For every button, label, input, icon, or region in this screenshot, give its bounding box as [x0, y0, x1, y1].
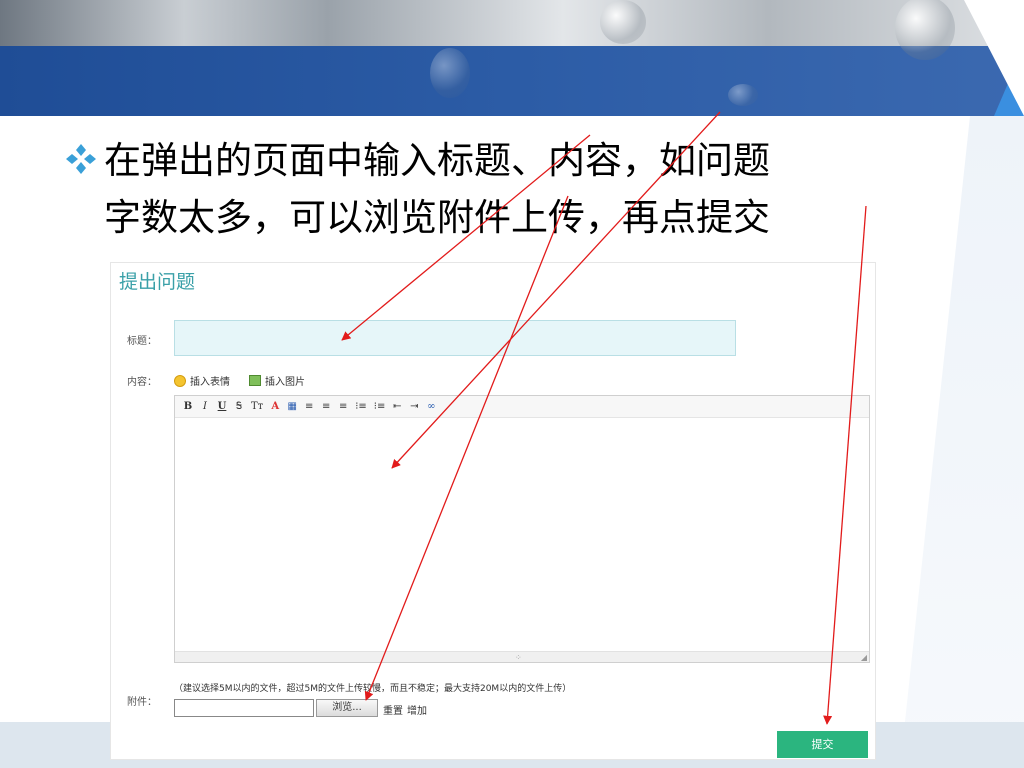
underline-button[interactable]: U — [217, 401, 227, 412]
bold-button[interactable]: B — [183, 401, 193, 412]
resize-corner-icon[interactable]: ◢ — [861, 653, 867, 662]
content-editor[interactable]: B I U Ꭶ Tт A ▦ ≡ ≡ ≡ ⁝≡ ⁝≡ ⇤ ⇥ ∞ ⁘ ◢ — [174, 395, 870, 663]
resize-grip-icon[interactable]: ⁘ — [515, 653, 522, 662]
water-drop-decoration — [728, 84, 758, 106]
bullet-line-1: 在弹出的页面中输入标题、内容，如问题 — [104, 139, 770, 182]
reset-link[interactable]: 重置 — [383, 702, 403, 717]
attachment-note: （建议选择5M以内的文件，超过5M的文件上传较慢，而且不稳定；最大支持20M以内… — [174, 684, 572, 694]
insert-emoji-label: 插入表情 — [190, 377, 230, 388]
title-label: 标题： — [127, 336, 157, 347]
water-drop-decoration — [430, 48, 470, 98]
banner-blue-band — [0, 46, 1024, 116]
font-color-button[interactable]: A — [270, 401, 280, 412]
italic-button[interactable]: I — [200, 401, 210, 412]
browse-button[interactable]: 浏览... — [316, 699, 378, 717]
submit-button[interactable]: 提交 — [777, 731, 868, 758]
unordered-list-button[interactable]: ⁝≡ — [374, 401, 386, 412]
background-color-button[interactable]: ▦ — [287, 401, 297, 412]
insert-image-label: 插入图片 — [265, 377, 305, 388]
ordered-list-button[interactable]: ⁝≡ — [355, 401, 367, 412]
align-right-button[interactable]: ≡ — [338, 401, 348, 412]
title-input[interactable] — [174, 320, 736, 356]
water-drop-decoration — [600, 0, 646, 44]
editor-toolbar: B I U Ꭶ Tт A ▦ ≡ ≡ ≡ ⁝≡ ⁝≡ ⇤ ⇥ ∞ — [175, 396, 869, 418]
ask-question-form: 提出问题 标题： 内容： 插入表情 插入图片 B I U Ꭶ Tт A ▦ ≡ … — [110, 262, 876, 760]
banner-gray-band — [0, 0, 1024, 46]
banner-cutout — [964, 0, 1024, 116]
editor-resize-bar[interactable] — [175, 651, 869, 662]
add-attachment-link[interactable]: 增加 — [407, 702, 427, 717]
smiley-icon — [174, 374, 186, 387]
slide-header-banner — [0, 0, 1024, 116]
indent-button[interactable]: ⇥ — [409, 401, 419, 412]
link-button[interactable]: ∞ — [426, 401, 436, 412]
font-size-button[interactable]: Tт — [251, 401, 263, 412]
insert-emoji-button[interactable]: 插入表情 — [174, 373, 230, 388]
editor-body[interactable] — [181, 422, 863, 648]
clear-format-button[interactable]: Ꭶ — [234, 401, 244, 412]
image-icon — [249, 375, 261, 386]
file-path-input[interactable] — [174, 699, 314, 717]
content-label: 内容： — [127, 377, 157, 388]
bullet-line-2: 字数太多，可以浏览附件上传，再点提交 — [104, 196, 770, 239]
form-heading: 提出问题 — [119, 271, 196, 293]
diamond-bullet-icon — [66, 144, 96, 174]
side-decoration — [900, 116, 1024, 768]
insert-image-button[interactable]: 插入图片 — [249, 373, 305, 388]
outdent-button[interactable]: ⇤ — [392, 401, 402, 412]
align-left-button[interactable]: ≡ — [304, 401, 314, 412]
align-center-button[interactable]: ≡ — [321, 401, 331, 412]
attachment-label: 附件： — [127, 697, 157, 708]
